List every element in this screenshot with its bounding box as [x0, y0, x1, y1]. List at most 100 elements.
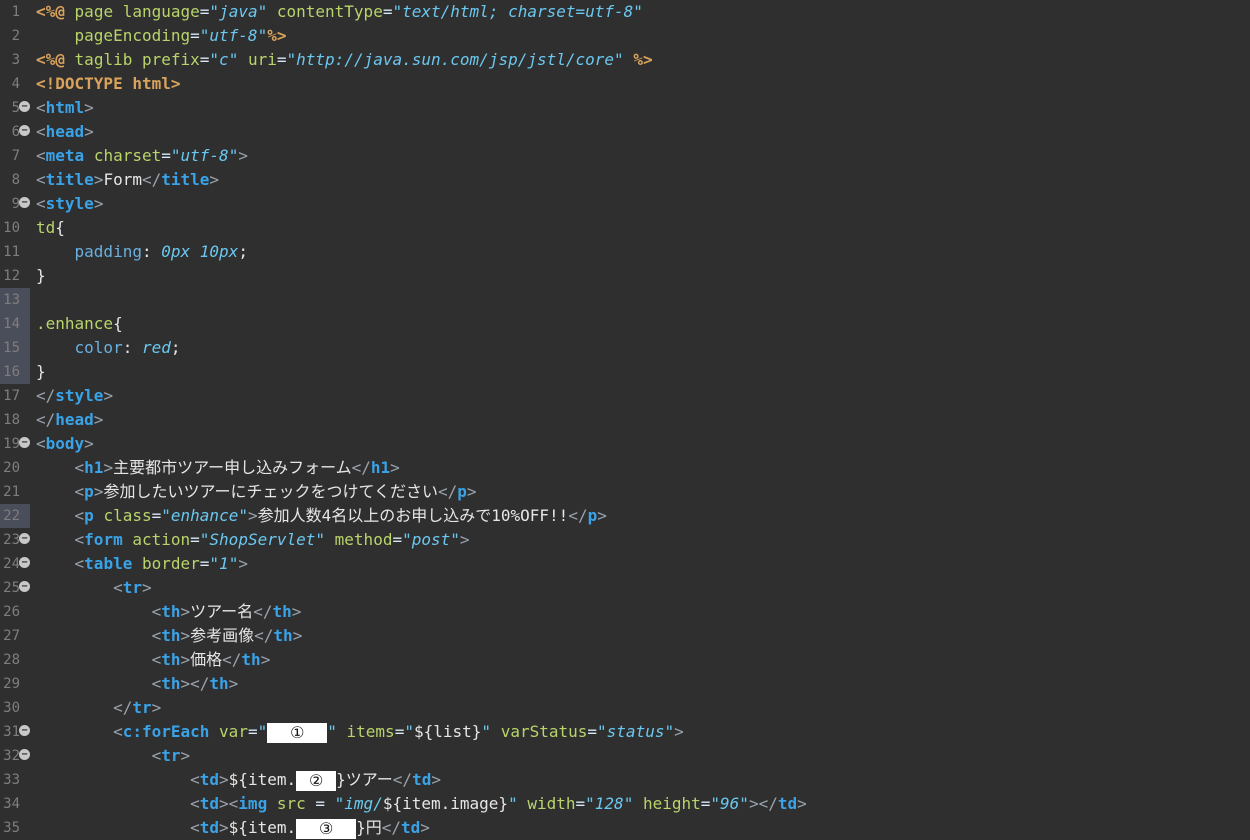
fold-toggle-icon[interactable]: −: [19, 749, 30, 760]
code-line[interactable]: 32− <tr>: [0, 744, 1250, 768]
fold-toggle-icon[interactable]: −: [19, 197, 30, 208]
code-line[interactable]: 18 </head>: [0, 408, 1250, 432]
line-number: 23: [3, 532, 20, 548]
line-number: 32: [3, 748, 20, 764]
line-number: 24: [3, 556, 20, 572]
code-text[interactable]: <tr>: [36, 744, 191, 768]
code-line[interactable]: 27 <th>参考画像</th>: [0, 624, 1250, 648]
line-number: 2: [11, 28, 20, 44]
code-line[interactable]: 17 </style>: [0, 384, 1250, 408]
code-line[interactable]: 16}: [0, 360, 1250, 384]
code-line[interactable]: 33 <td>${item. ②}ツアー</td>: [0, 768, 1250, 792]
code-text[interactable]: <p>参加したいツアーにチェックをつけてください</p>: [36, 480, 477, 504]
code-text[interactable]: padding: 0px 10px;: [36, 240, 248, 264]
fold-toggle-icon[interactable]: −: [19, 557, 30, 568]
code-text[interactable]: color: red;: [36, 336, 181, 360]
code-text[interactable]: <head>: [36, 120, 94, 144]
code-text[interactable]: <form action="ShopServlet" method="post"…: [36, 528, 470, 552]
code-text[interactable]: </style>: [36, 384, 113, 408]
code-line[interactable]: 35 <td>${item. ③}円</td>: [0, 816, 1250, 840]
code-text[interactable]: .enhance{: [36, 312, 123, 336]
code-text[interactable]: <th>参考画像</th>: [36, 624, 303, 648]
code-text[interactable]: <table border="1">: [36, 552, 248, 576]
code-line[interactable]: 25− <tr>: [0, 576, 1250, 600]
code-line[interactable]: 13: [0, 288, 1250, 312]
code-line[interactable]: 26 <th>ツアー名</th>: [0, 600, 1250, 624]
fold-toggle-icon[interactable]: −: [19, 581, 30, 592]
code-text[interactable]: td{: [36, 216, 65, 240]
code-line[interactable]: 15 color: red;: [0, 336, 1250, 360]
code-line[interactable]: 8 <title>Form</title>: [0, 168, 1250, 192]
line-number: 12: [3, 268, 20, 284]
code-text[interactable]: <c:forEach var=" ① " items="${list}" varSt…: [36, 720, 684, 744]
line-number: 10: [3, 220, 20, 236]
line-number: 1: [11, 4, 20, 20]
code-line[interactable]: 2 pageEncoding="utf-8"%>: [0, 24, 1250, 48]
code-text[interactable]: <td><img src = "img/${item.image}" width…: [36, 792, 807, 816]
fold-toggle-icon[interactable]: −: [19, 725, 30, 736]
code-text[interactable]: <td>${item. ②}ツアー</td>: [36, 768, 441, 792]
line-number: 14: [3, 316, 20, 332]
code-line[interactable]: 23− <form action="ShopServlet" method="p…: [0, 528, 1250, 552]
code-line[interactable]: 29 <th></th>: [0, 672, 1250, 696]
code-text[interactable]: <!DOCTYPE html>: [36, 72, 181, 96]
code-text[interactable]: <tr>: [36, 576, 152, 600]
code-line[interactable]: 19− <body>: [0, 432, 1250, 456]
line-number: 15: [3, 340, 20, 356]
line-number: 33: [3, 772, 20, 788]
line-number: 35: [3, 820, 20, 836]
line-number: 13: [3, 292, 20, 308]
code-line[interactable]: 30 </tr>: [0, 696, 1250, 720]
code-line[interactable]: 9− <style>: [0, 192, 1250, 216]
code-text[interactable]: <style>: [36, 192, 103, 216]
code-line[interactable]: 3 <%@ taglib prefix="c" uri="http://java.…: [0, 48, 1250, 72]
code-text[interactable]: pageEncoding="utf-8"%>: [36, 24, 287, 48]
line-number: 17: [3, 388, 20, 404]
code-text[interactable]: <%@ taglib prefix="c" uri="http://java.s…: [36, 48, 653, 72]
code-line[interactable]: 10 td{: [0, 216, 1250, 240]
code-text[interactable]: <%@ page language="java" contentType="te…: [36, 0, 643, 24]
code-line[interactable]: 6− <head>: [0, 120, 1250, 144]
code-text[interactable]: <th>価格</th>: [36, 648, 271, 672]
code-editor[interactable]: 1 <%@ page language="java" contentType="t…: [0, 0, 1250, 840]
code-line[interactable]: 22 <p class="enhance">参加人数4名以上のお申し込みで10%…: [0, 504, 1250, 528]
fold-toggle-icon[interactable]: −: [19, 533, 30, 544]
line-number: 20: [3, 460, 20, 476]
fold-toggle-icon[interactable]: −: [19, 125, 30, 136]
code-text[interactable]: }: [36, 264, 46, 288]
code-text[interactable]: <th></th>: [36, 672, 239, 696]
line-number: 11: [3, 244, 20, 260]
line-number: 26: [3, 604, 20, 620]
code-line[interactable]: 21 <p>参加したいツアーにチェックをつけてください</p>: [0, 480, 1250, 504]
code-line[interactable]: 4 <!DOCTYPE html>: [0, 72, 1250, 96]
code-text[interactable]: <html>: [36, 96, 94, 120]
code-text[interactable]: <meta charset="utf-8">: [36, 144, 248, 168]
code-text[interactable]: <body>: [36, 432, 94, 456]
code-text[interactable]: <p class="enhance">参加人数4名以上のお申し込みで10%OFF…: [36, 504, 607, 528]
code-line[interactable]: 34 <td><img src = "img/${item.image}" wi…: [0, 792, 1250, 816]
code-line[interactable]: 24− <table border="1">: [0, 552, 1250, 576]
code-line[interactable]: 12}: [0, 264, 1250, 288]
code-line[interactable]: 1 <%@ page language="java" contentType="t…: [0, 0, 1250, 24]
code-text[interactable]: <h1>主要都市ツアー申し込みフォーム</h1>: [36, 456, 400, 480]
line-number: 21: [3, 484, 20, 500]
code-text[interactable]: <th>ツアー名</th>: [36, 600, 302, 624]
code-line[interactable]: 14 .enhance{: [0, 312, 1250, 336]
code-text[interactable]: <title>Form</title>: [36, 168, 219, 192]
line-number: 8: [11, 172, 20, 188]
line-number: 6: [11, 124, 20, 140]
fold-toggle-icon[interactable]: −: [19, 101, 30, 112]
line-number: 7: [11, 148, 20, 164]
code-line[interactable]: 28 <th>価格</th>: [0, 648, 1250, 672]
code-text[interactable]: }: [36, 360, 46, 384]
fold-toggle-icon[interactable]: −: [19, 437, 30, 448]
code-line[interactable]: 20 <h1>主要都市ツアー申し込みフォーム</h1>: [0, 456, 1250, 480]
code-line[interactable]: 31− <c:forEach var=" ① " items="${list}" v…: [0, 720, 1250, 744]
code-line[interactable]: 11 padding: 0px 10px;: [0, 240, 1250, 264]
code-text[interactable]: </tr>: [36, 696, 161, 720]
code-text[interactable]: <td>${item. ③}円</td>: [36, 816, 430, 840]
code-line[interactable]: 5− <html>: [0, 96, 1250, 120]
line-number: 4: [11, 76, 20, 92]
code-text[interactable]: </head>: [36, 408, 103, 432]
code-line[interactable]: 7 <meta charset="utf-8">: [0, 144, 1250, 168]
